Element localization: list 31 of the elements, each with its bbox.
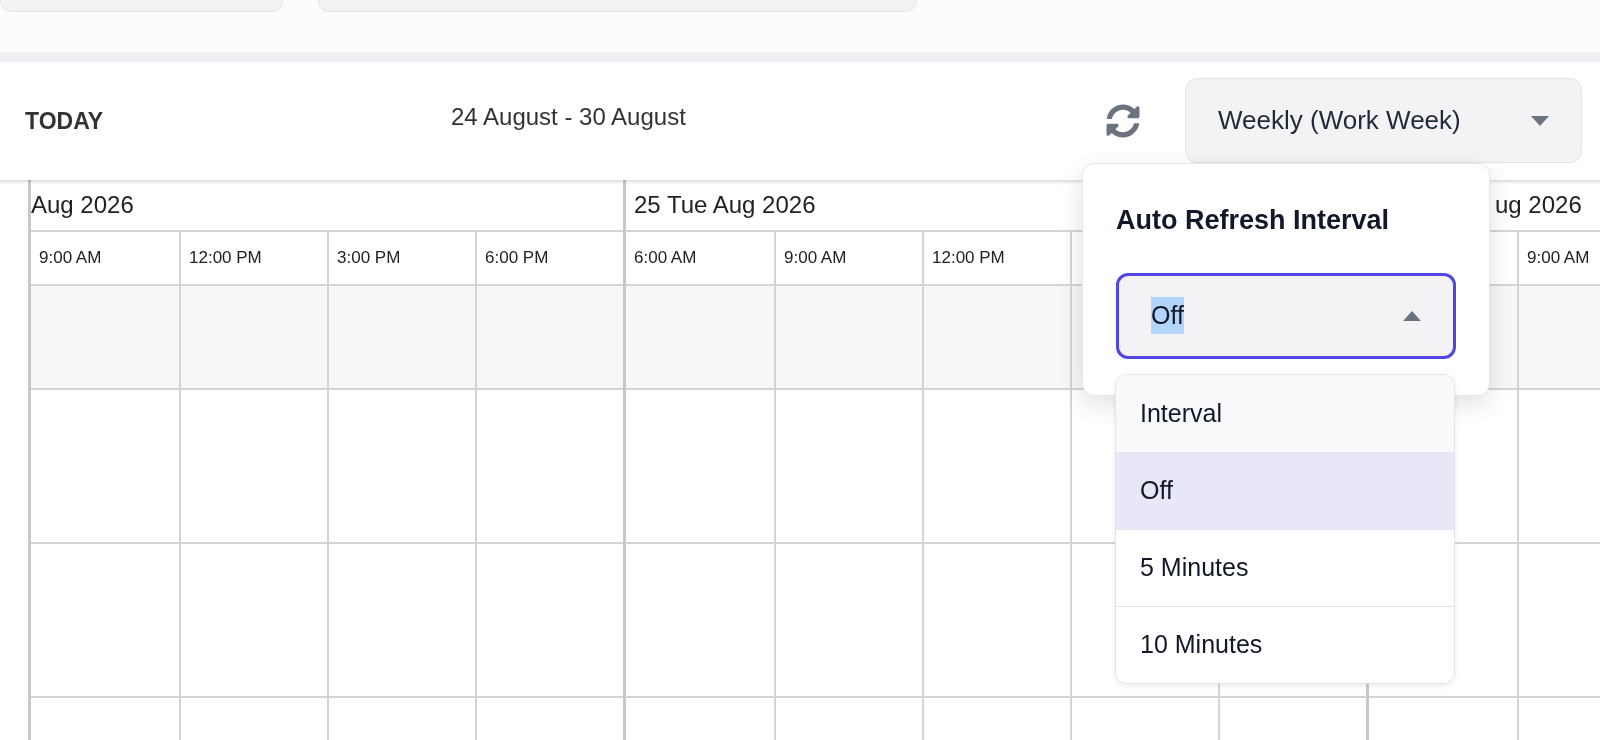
time-label: 9:00 AM <box>1527 247 1590 270</box>
input-field[interactable] <box>0 0 283 12</box>
input-field[interactable] <box>318 0 917 12</box>
time-label: 6:00 AM <box>634 247 697 270</box>
time-label: 12:00 PM <box>189 247 262 270</box>
view-dropdown[interactable]: Weekly (Work Week) <box>1185 78 1582 163</box>
interval-select[interactable]: Off <box>1116 272 1456 359</box>
time-label: 12:00 PM <box>932 247 1005 270</box>
day-header: Aug 2026 <box>31 190 134 220</box>
day-header: ug 2026 <box>1495 190 1582 220</box>
time-label: 3:00 PM <box>337 247 401 270</box>
all-day-cell[interactable] <box>181 286 327 390</box>
time-label: 6:00 PM <box>485 247 549 270</box>
all-day-cell[interactable] <box>31 286 179 390</box>
day-header: 25 Tue Aug 2026 <box>634 190 816 220</box>
all-day-cell[interactable] <box>329 286 475 390</box>
option-item[interactable]: 10 Minutes <box>1116 606 1454 683</box>
all-day-cell[interactable] <box>477 286 623 390</box>
refresh-icon[interactable] <box>1106 104 1140 138</box>
time-label: 9:00 AM <box>39 247 102 270</box>
caret-icon <box>1403 310 1421 321</box>
today-button[interactable]: TODAY <box>25 103 103 139</box>
all-day-cell[interactable] <box>776 286 922 390</box>
options-header: Interval <box>1116 375 1454 452</box>
all-day-cell[interactable] <box>924 286 1070 390</box>
option-item[interactable]: 5 Minutes <box>1116 529 1454 606</box>
popup-title: Auto Refresh Interval <box>1116 204 1391 237</box>
option-item[interactable]: Off <box>1116 452 1454 529</box>
date-range: 24 August - 30 August <box>451 102 686 132</box>
time-label: 9:00 AM <box>784 247 847 270</box>
all-day-cell[interactable] <box>626 286 774 390</box>
